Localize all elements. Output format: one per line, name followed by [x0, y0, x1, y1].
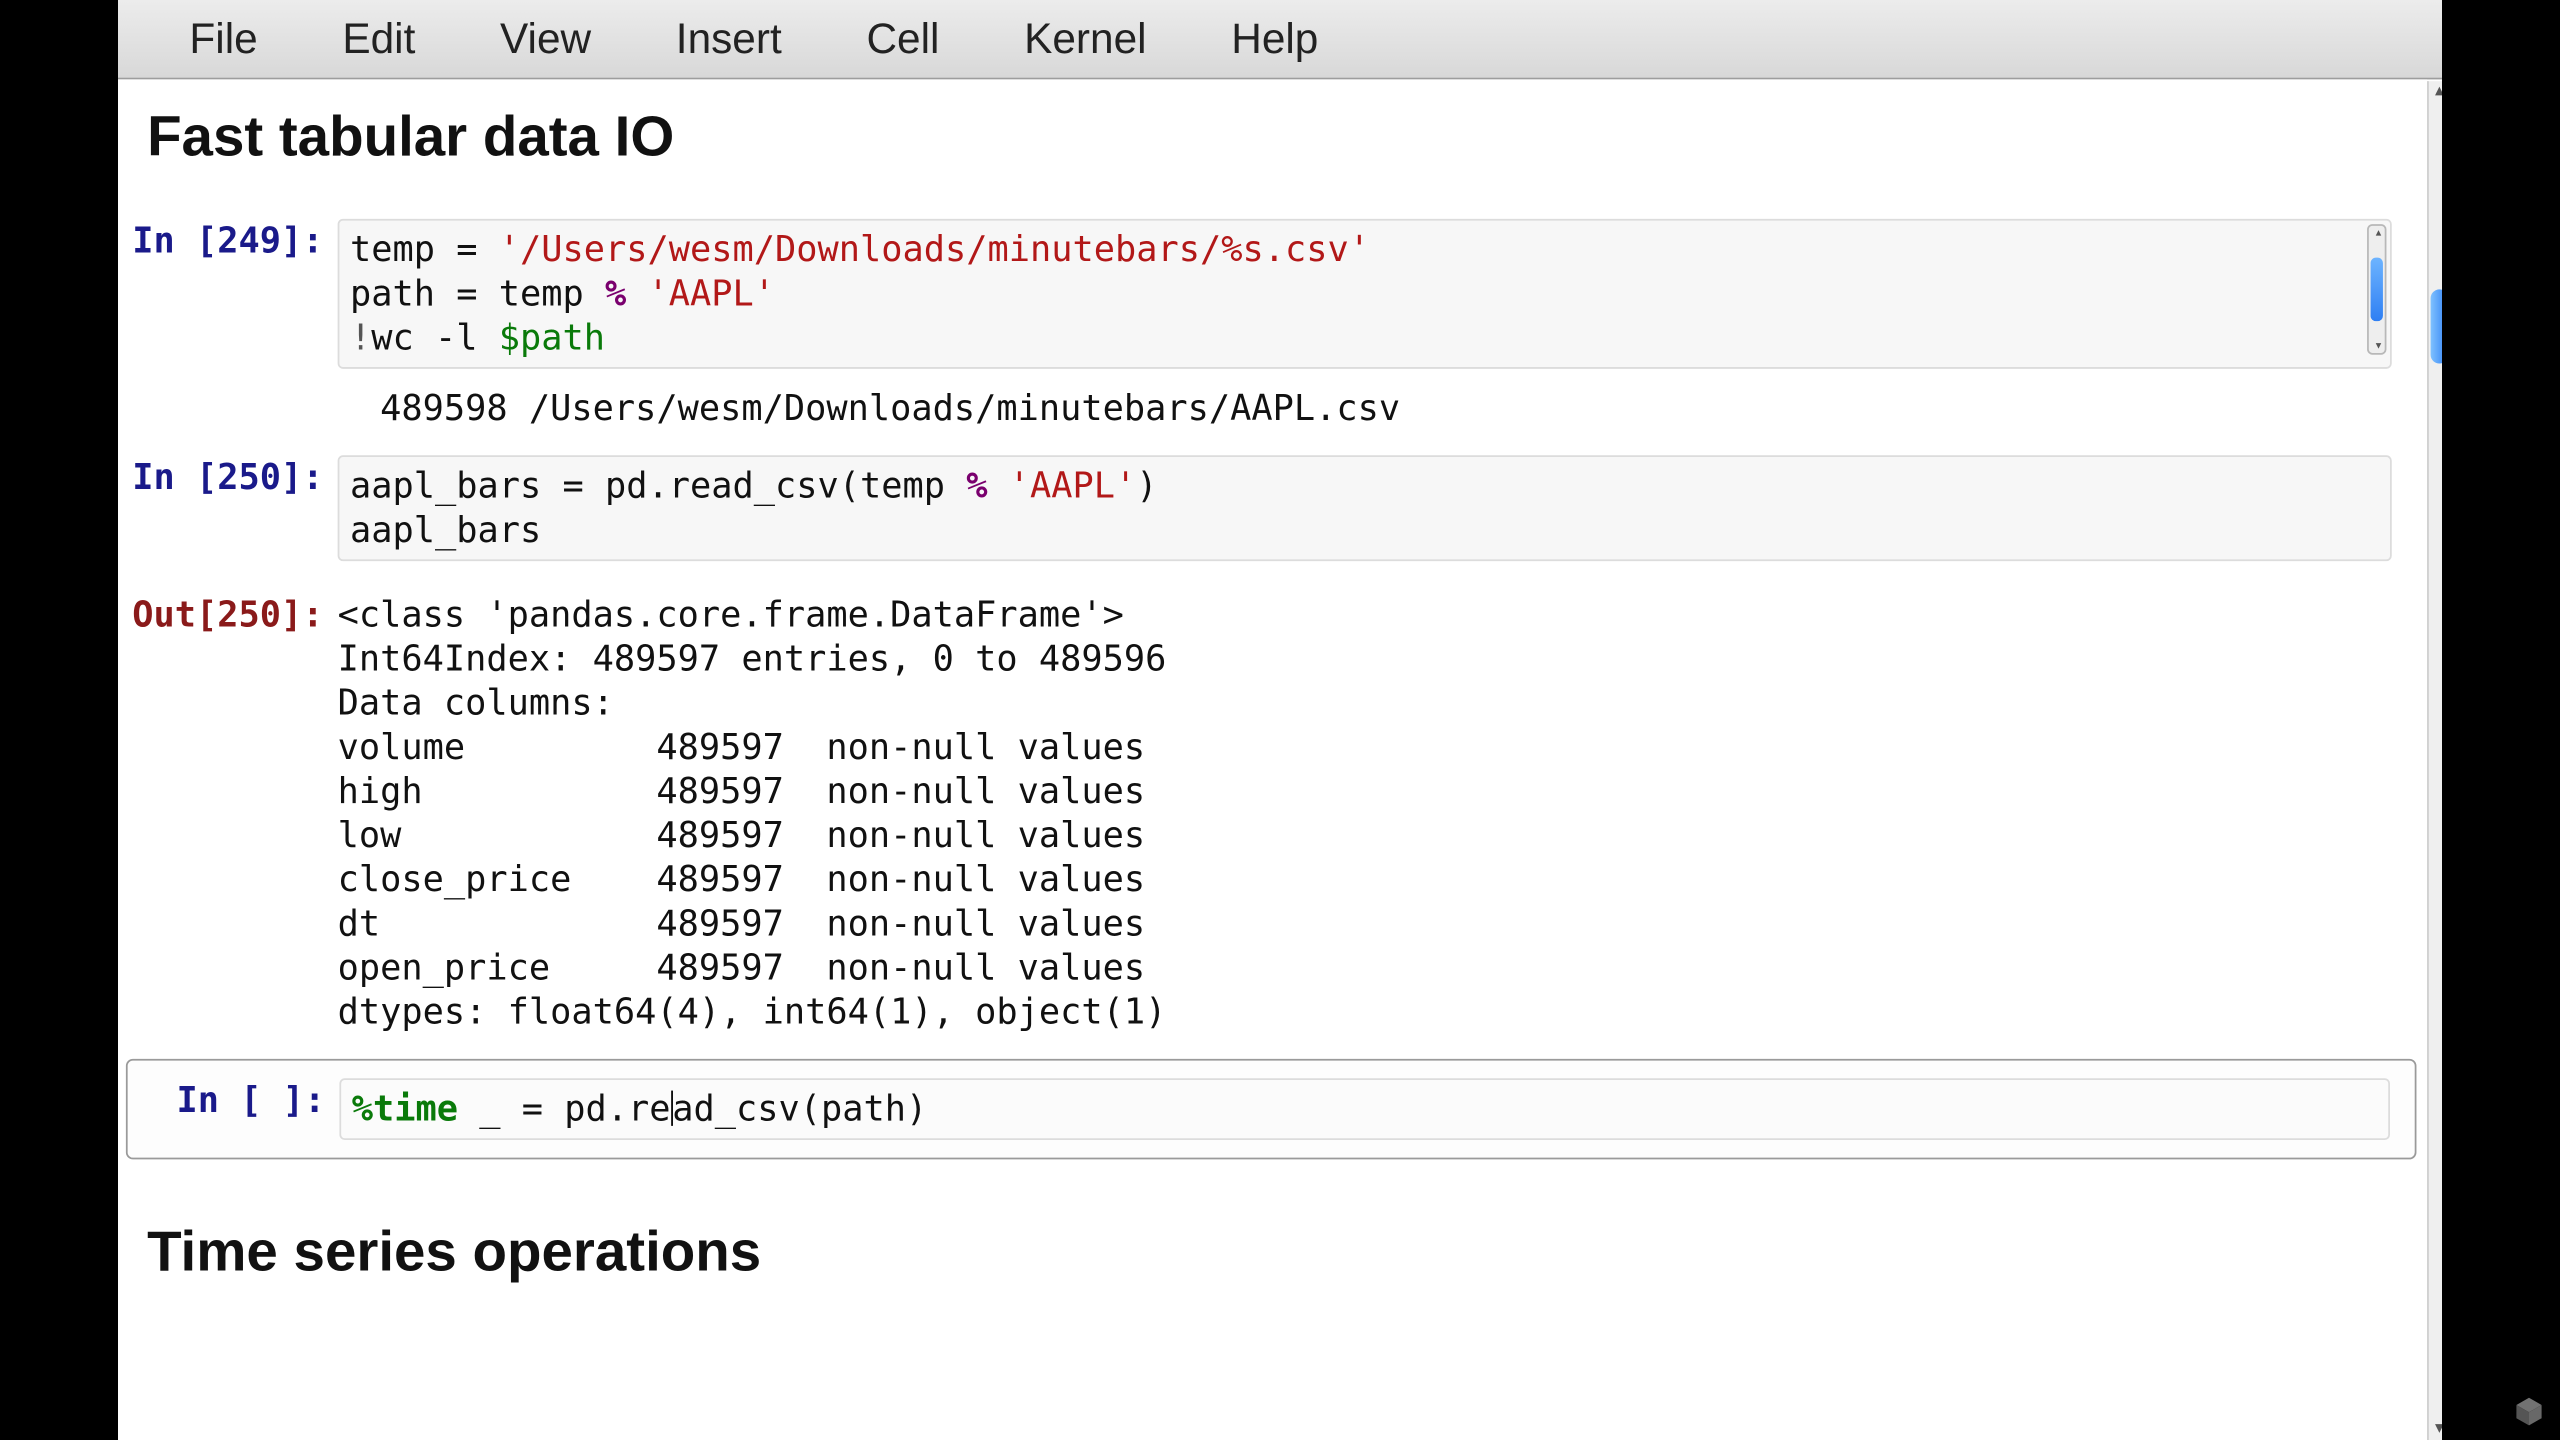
- menu-view[interactable]: View: [458, 0, 634, 79]
- out-text: Data columns:: [338, 681, 2406, 725]
- cell-mini-scrollbar[interactable]: ▴ ▾: [2367, 224, 2386, 355]
- notebook-body[interactable]: Fast tabular data IO In [249]: temp = '/…: [115, 79, 2427, 1440]
- menu-edit[interactable]: Edit: [300, 0, 458, 79]
- code-text: aapl_bars: [350, 508, 541, 550]
- code-text: path = temp: [350, 272, 605, 314]
- pillarbox-left: [0, 0, 118, 1440]
- out-text: volume 489597 non-null values: [338, 725, 2406, 769]
- chevron-up-icon[interactable]: ▴: [2372, 228, 2384, 239]
- out-text: dtypes: float64(4), int64(1), object(1): [338, 990, 2406, 1034]
- menu-insert[interactable]: Insert: [633, 0, 824, 79]
- code-text: $path: [499, 316, 605, 358]
- menu-cell[interactable]: Cell: [824, 0, 982, 79]
- code-input-250[interactable]: aapl_bars = pd.read_csv(temp % 'AAPL') a…: [338, 455, 2392, 561]
- code-text: wc -l: [371, 316, 498, 358]
- code-text: ): [1136, 464, 1157, 506]
- code-text: %: [966, 464, 987, 506]
- code-text: 'AAPL': [648, 272, 775, 314]
- in-prompt-blank: In [ ]:: [128, 1078, 340, 1122]
- in-prompt-250: In [250]:: [126, 455, 338, 499]
- scroll-thumb[interactable]: [2371, 258, 2383, 322]
- menu-kernel[interactable]: Kernel: [982, 0, 1189, 79]
- jupyter-window: File Edit View Insert Cell Kernel Help F…: [0, 0, 2560, 1440]
- out-text: open_price 489597 non-null values: [338, 946, 2406, 990]
- notebook-window: File Edit View Insert Cell Kernel Help F…: [115, 0, 2448, 1440]
- code-text: ad_csv(path): [672, 1087, 927, 1129]
- out-text: dt 489597 non-null values: [338, 902, 2406, 946]
- pillarbox-right: [2442, 0, 2560, 1440]
- menubar: File Edit View Insert Cell Kernel Help: [115, 0, 2448, 79]
- code-text: '/Users/wesm/Downloads/minutebars/%s.csv…: [499, 228, 1370, 270]
- stdout-text: 489598 /Users/wesm/Downloads/minutebars/…: [338, 386, 2406, 430]
- in-prompt-249: In [249]:: [126, 219, 338, 263]
- out-text: Int64Index: 489597 entries, 0 to 489596: [338, 637, 2406, 681]
- cell-250[interactable]: In [250]: aapl_bars = pd.read_csv(temp %…: [126, 455, 2417, 1034]
- code-text: _ = pd.re: [458, 1087, 671, 1129]
- code-text: aapl_bars = pd.read_csv(temp: [350, 464, 966, 506]
- code-text: 'AAPL': [1009, 464, 1136, 506]
- watermark-cube-icon: [2514, 1396, 2544, 1426]
- cell-selected[interactable]: In [ ]: %time _ = pd.read_csv(path): [126, 1059, 2417, 1160]
- code-text: temp =: [350, 228, 499, 270]
- code-text: %time: [352, 1087, 458, 1129]
- heading-time-series: Time series operations: [147, 1219, 2427, 1284]
- out-text: low 489597 non-null values: [338, 814, 2406, 858]
- code-input-249[interactable]: temp = '/Users/wesm/Downloads/minutebars…: [338, 219, 2392, 369]
- out-prompt-250: Out[250]:: [126, 593, 338, 637]
- code-text: %: [605, 272, 626, 314]
- code-text: [626, 272, 647, 314]
- chevron-down-icon[interactable]: ▾: [2372, 341, 2384, 352]
- cell-249[interactable]: In [249]: temp = '/Users/wesm/Downloads/…: [126, 219, 2417, 431]
- menu-file[interactable]: File: [147, 0, 300, 79]
- menu-help[interactable]: Help: [1189, 0, 1361, 79]
- code-input-active[interactable]: %time _ = pd.read_csv(path): [339, 1078, 2390, 1140]
- out-text: <class 'pandas.core.frame.DataFrame'>: [338, 593, 2406, 637]
- heading-fast-tabular: Fast tabular data IO: [147, 104, 2427, 169]
- out-text: high 489597 non-null values: [338, 769, 2406, 813]
- code-text: [988, 464, 1009, 506]
- out-text: close_price 489597 non-null values: [338, 858, 2406, 902]
- code-text: !: [350, 316, 371, 358]
